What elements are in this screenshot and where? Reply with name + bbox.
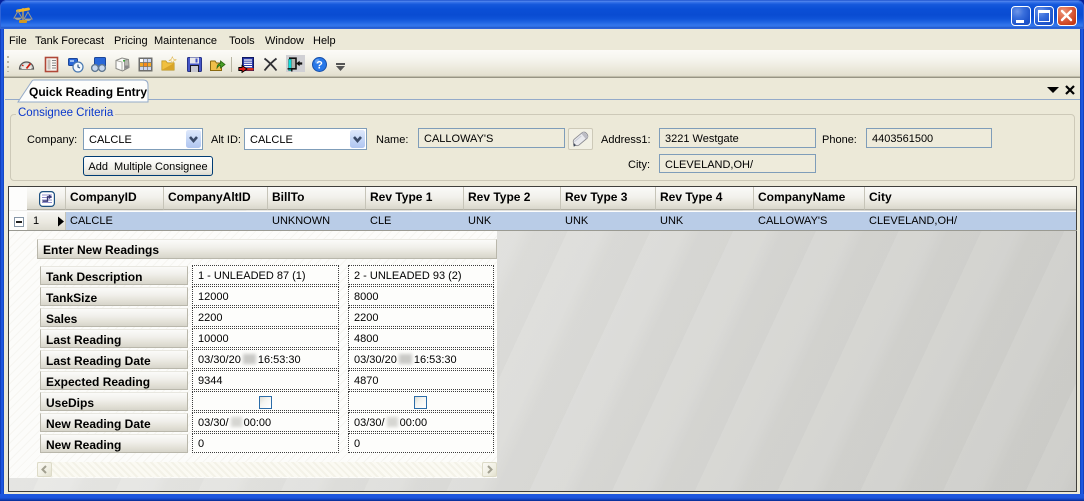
- svg-text:?: ?: [316, 60, 323, 72]
